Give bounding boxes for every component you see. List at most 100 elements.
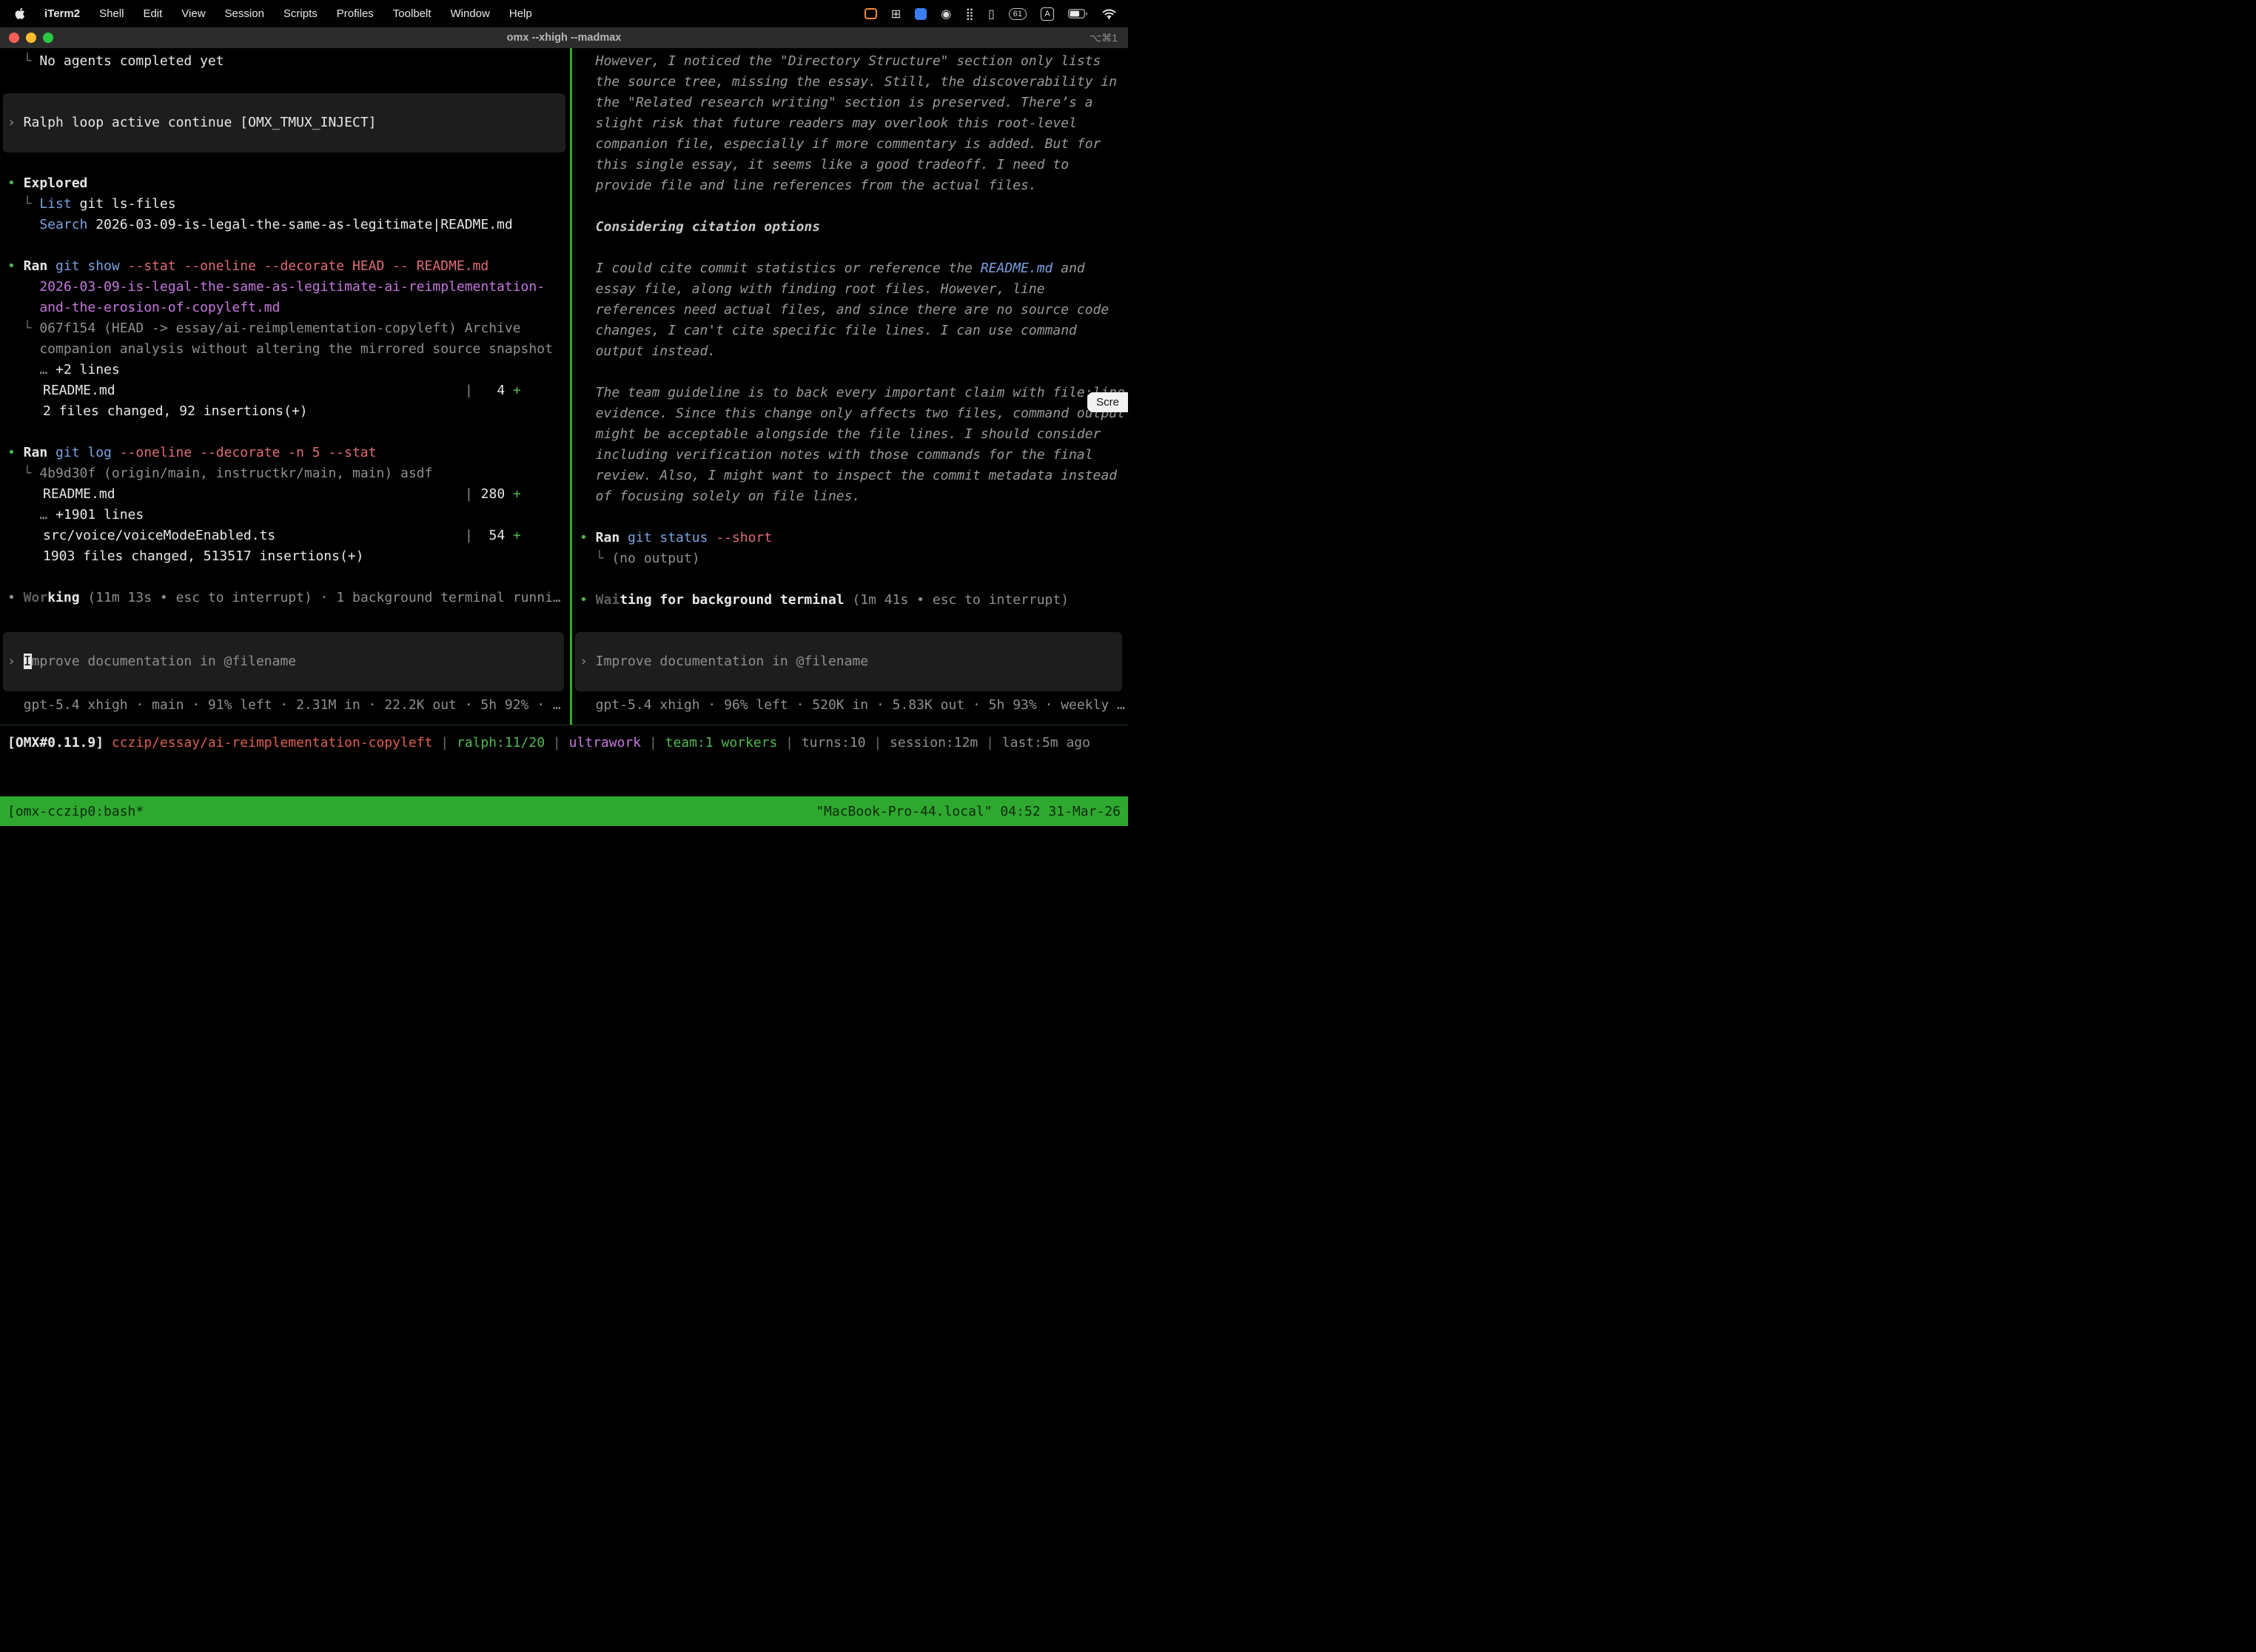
menu-item-edit[interactable]: Edit — [143, 7, 162, 20]
menu-item-shell[interactable]: Shell — [99, 7, 124, 20]
model-status-line: gpt-5.4 xhigh · main · 91% left · 2.31M … — [24, 695, 561, 716]
git-command: git status — [628, 530, 708, 545]
input-source-icon[interactable]: A — [1041, 7, 1054, 21]
search-args: 2026-03-09-is-legal-the-same-as-legitima… — [95, 217, 513, 232]
diffstat-line: README.md |280+ — [0, 484, 570, 505]
show-filename-line-2: and-the-erosion-of-copyleft.md — [0, 298, 570, 318]
dots-grid-icon[interactable]: ⣿ — [965, 7, 974, 21]
thinking-text: I could cite commit statistics or refere… — [596, 261, 981, 276]
tmux-host-clock: "MacBook-Pro-44.local" 04:52 31-Mar-26 — [816, 804, 1121, 819]
tree-branch-icon: └ — [596, 548, 612, 569]
screen-recording-icon[interactable] — [865, 8, 877, 19]
zoom-button[interactable] — [43, 33, 53, 43]
working-label: king — [47, 590, 79, 605]
git-flags: --stat --oneline --decorate HEAD -- READ… — [128, 258, 489, 274]
diffstat-file: src/voice/voiceModeEnabled.ts — [43, 528, 275, 543]
inject-banner-text: Ralph loop active continue [OMX_TMUX_INJ… — [24, 115, 377, 130]
badge-61[interactable]: 61 — [1009, 8, 1027, 20]
explored-ls-line: └Listgit ls-files — [0, 194, 570, 215]
close-button[interactable] — [9, 33, 19, 43]
diffstat-number: 4 — [473, 380, 505, 401]
git-flags: --short — [716, 530, 772, 545]
menu-item-window[interactable]: Window — [451, 7, 490, 20]
screen-notification[interactable]: Scre — [1087, 392, 1128, 412]
window-icon[interactable]: ▯ — [988, 7, 995, 21]
no-output-text: (no output) — [611, 551, 699, 566]
menu-item-toolbelt[interactable]: Toolbelt — [393, 7, 432, 20]
prompt-line: ›Improve documentation in @filename — [3, 651, 564, 672]
menu-item-scripts[interactable]: Scripts — [283, 7, 318, 20]
inject-banner: ›Ralph loop active continue [OMX_TMUX_IN… — [3, 93, 565, 152]
ellipsis-icon: … — [39, 362, 47, 377]
omx-branch: cczip/essay/ai-reimplementation-copyleft — [112, 735, 432, 751]
menu-item-view[interactable]: View — [181, 7, 205, 20]
menu-item-profiles[interactable]: Profiles — [337, 7, 374, 20]
tree-branch-icon: └ — [24, 463, 40, 484]
separator: | — [986, 735, 994, 751]
separator: | — [785, 735, 793, 751]
blue-app-icon[interactable] — [915, 8, 927, 20]
menu-item-session[interactable]: Session — [225, 7, 264, 20]
minimize-button[interactable] — [26, 33, 36, 43]
ran-label: Ran — [24, 258, 48, 274]
working-meta: (11m 13s • esc to interrupt) · 1 backgro… — [87, 590, 560, 605]
terminal: └No agents completed yet ›Ralph loop act… — [0, 48, 1128, 725]
waiting-status-line: •Waiting for background terminal(1m 41s … — [572, 590, 1128, 611]
explored-label: Explored — [24, 175, 88, 191]
desktop: iTerm2 Shell Edit View Session Scripts P… — [0, 0, 1128, 826]
diffstat-number: 54 — [473, 526, 505, 546]
blank-line — [0, 235, 570, 256]
tmux-session-name: [omx-cczip0:bash* — [7, 804, 144, 819]
bullet-icon: • — [7, 588, 24, 608]
more-lines-text: +2 lines — [56, 362, 120, 377]
left-terminal-pane[interactable]: └No agents completed yet ›Ralph loop act… — [0, 48, 570, 725]
prompt-line: ›Improve documentation in @filename — [575, 651, 1122, 672]
git-command: git log — [56, 445, 112, 460]
battery-icon[interactable] — [1068, 9, 1088, 19]
prompt-text: Improve documentation in @filename — [596, 654, 868, 669]
ellipsis-icon: … — [39, 507, 47, 523]
bullet-icon: • — [580, 528, 596, 548]
bullet-icon: • — [7, 443, 24, 463]
separator: | — [873, 735, 882, 751]
commit-text: 4b9d30f (origin/main, instructkr/main, m… — [39, 466, 432, 481]
ran-label: Ran — [24, 445, 48, 460]
plus-icon: + — [513, 528, 521, 543]
thinking-heading: Considering citation options — [596, 217, 1128, 238]
log-commit-line: └4b9d30f (origin/main, instructkr/main, … — [0, 463, 570, 484]
chevron-right-icon: › — [7, 651, 24, 672]
ran-git-show-line: •Rangit show--stat --oneline --decorate … — [0, 256, 570, 277]
log-more-lines: …+1901 lines — [0, 505, 570, 526]
prompt-input[interactable]: ›Improve documentation in @filename — [3, 632, 564, 691]
target-icon[interactable]: ◉ — [941, 7, 951, 21]
separator: | — [440, 735, 449, 751]
waiting-label: ting for background terminal — [620, 592, 844, 608]
diffstat-count: |280+ — [465, 484, 521, 505]
plus-icon: + — [513, 383, 521, 398]
pipe-separator: | — [465, 528, 473, 543]
prompt-input[interactable]: ›Improve documentation in @filename — [575, 632, 1122, 691]
ran-git-status-line: •Rangit status--short — [572, 528, 1128, 548]
window-titlebar[interactable]: omx --xhigh --madmax ⌥⌘1 — [0, 27, 1128, 48]
right-terminal-pane[interactable]: However, I noticed the "Directory Struct… — [572, 48, 1128, 725]
separator: | — [553, 735, 561, 751]
prompt-text: mprove documentation in @filename — [32, 654, 297, 669]
diffstat-file: README.md — [43, 486, 115, 502]
wifi-icon[interactable] — [1102, 9, 1116, 19]
menu-item-iterm2[interactable]: iTerm2 — [44, 7, 80, 20]
show-commit-line-1: └067f154 (HEAD -> essay/ai-reimplementat… — [0, 318, 570, 339]
tree-branch-icon: └ — [24, 51, 40, 72]
menubar: iTerm2 Shell Edit View Session Scripts P… — [0, 0, 1128, 27]
chevron-right-icon: › — [580, 651, 596, 672]
grid-icon[interactable]: ⊞ — [891, 7, 901, 21]
menu-item-help[interactable]: Help — [509, 7, 532, 20]
blank-line — [0, 567, 570, 588]
tree-branch-icon: └ — [24, 194, 40, 215]
diffstat-summary: 2 files changed, 92 insertions(+) — [0, 401, 570, 422]
omx-status-bar: [OMX#0.11.9]cczip/essay/ai-reimplementat… — [0, 725, 1128, 796]
apple-icon[interactable] — [15, 7, 25, 20]
separator: | — [649, 735, 657, 751]
working-status-line: •Working(11m 13s • esc to interrupt) · 1… — [0, 588, 570, 608]
thinking-paragraph: The team guideline is to back every impo… — [596, 383, 1128, 507]
waiting-meta: (1m 41s • esc to interrupt) — [852, 592, 1069, 608]
